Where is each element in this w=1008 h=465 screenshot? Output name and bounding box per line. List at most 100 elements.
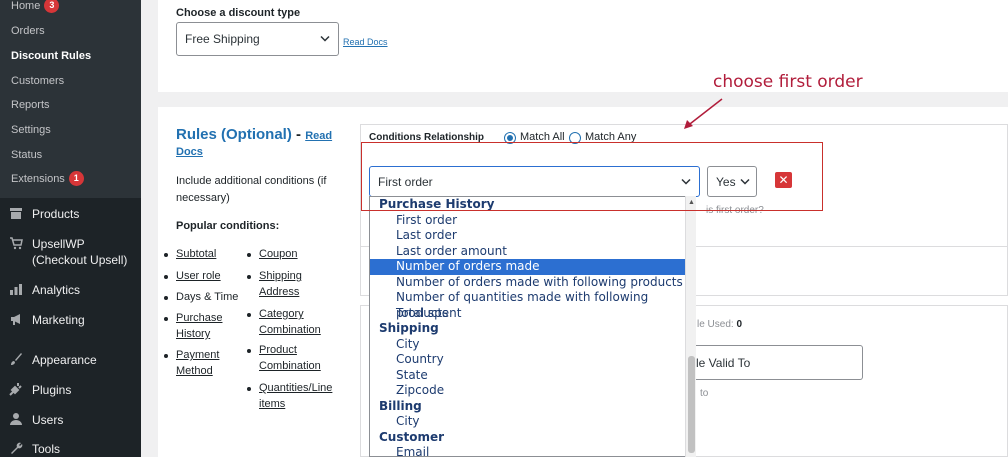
option-last-order-amount[interactable]: Last order amount: [370, 244, 686, 260]
option-customer-email[interactable]: Email: [370, 445, 686, 456]
bullet: [247, 349, 251, 353]
popular-link-category-combination[interactable]: Category Combination: [259, 306, 321, 338]
submenu-label: Home: [11, 0, 41, 12]
menu-item-users[interactable]: Users: [8, 412, 63, 428]
submenu-item-reports[interactable]: Reports: [11, 96, 50, 114]
woocommerce-submenu: Home 3 Orders Discount Rules Customers Re…: [0, 0, 141, 198]
option-shipping-state[interactable]: State: [370, 368, 686, 384]
notification-badge: 3: [44, 0, 60, 13]
submenu-label: Customers: [11, 75, 65, 87]
valid-to-input[interactable]: le Valid To: [690, 345, 863, 380]
submenu-label: Settings: [11, 124, 51, 136]
option-shipping-country[interactable]: Country: [370, 352, 686, 368]
bullet: [247, 313, 251, 317]
rules-title: Rules (Optional) - Read: [176, 126, 332, 143]
annotation-text: choose first order: [713, 72, 863, 92]
products-icon: [8, 206, 24, 222]
bottom-border: [0, 457, 1008, 465]
discount-type-select[interactable]: Free Shipping: [176, 22, 339, 56]
user-icon: [8, 412, 24, 428]
rules-read-link[interactable]: Read: [305, 130, 332, 142]
condition-options-dropdown[interactable]: Purchase History First order Last order …: [369, 196, 687, 457]
submenu-item-status[interactable]: Status: [11, 146, 42, 164]
optgroup-shipping: Shipping: [379, 321, 439, 335]
plugin-icon: [8, 382, 24, 398]
popular-item-days-time: Days & Time: [176, 291, 239, 303]
popular-link-quantities-line-items[interactable]: Quantities/Line items: [259, 380, 332, 412]
popular-link-purchase-history[interactable]: Purchase History: [176, 310, 222, 342]
chevron-down-icon: [320, 34, 330, 45]
popular-link-payment-method[interactable]: Payment Method: [176, 347, 219, 379]
bullet: [164, 317, 168, 321]
option-orders-with-products[interactable]: Number of orders made with following pro…: [370, 275, 686, 291]
menu-item-products[interactable]: Products: [8, 206, 79, 222]
option-quantities-with-products[interactable]: Number of quantities made with following…: [370, 290, 686, 320]
usage-label: le Used: 0: [697, 319, 742, 330]
menu-label: Analytics: [32, 283, 81, 297]
megaphone-icon: [8, 312, 24, 328]
discount-type-value: Free Shipping: [185, 32, 260, 46]
bullet: [247, 253, 251, 257]
submenu-item-discount-rules[interactable]: Discount Rules: [11, 47, 91, 65]
dropdown-scrollbar[interactable]: ▲: [685, 196, 696, 457]
analytics-icon: [8, 282, 24, 298]
bullet: [164, 354, 168, 358]
menu-item-upsellwp[interactable]: UpsellWP (Checkout Upsell): [8, 236, 127, 268]
optgroup-customer: Customer: [379, 429, 445, 444]
submenu-item-orders[interactable]: Orders: [11, 22, 45, 40]
submenu-item-customers[interactable]: Customers: [11, 72, 64, 90]
menu-item-tools[interactable]: Tools: [8, 441, 60, 457]
rules-description-line2: necessary): [176, 192, 230, 204]
submenu-item-extensions[interactable]: Extensions 1: [11, 170, 84, 188]
popular-link-subtotal[interactable]: Subtotal: [176, 246, 216, 262]
option-total-spent[interactable]: Total spent: [370, 306, 686, 322]
notification-badge: 1: [68, 171, 84, 186]
menu-item-plugins[interactable]: Plugins: [8, 382, 71, 398]
title-dash: -: [291, 126, 306, 143]
optgroup-billing: Billing: [379, 398, 422, 413]
popular-link-coupon[interactable]: Coupon: [259, 246, 298, 262]
rules-title-text: Rules (Optional): [176, 126, 292, 143]
submenu-label: Orders: [11, 25, 45, 37]
submenu-label: Status: [11, 149, 43, 161]
submenu-item-settings[interactable]: Settings: [11, 121, 51, 139]
menu-label: Appearance: [32, 353, 97, 367]
menu-label: Tools: [32, 442, 61, 456]
submenu-label: Extensions: [11, 173, 65, 185]
submenu-label: Reports: [11, 99, 50, 111]
bullet: [164, 275, 168, 279]
option-number-of-orders-made[interactable]: Number of orders made: [370, 259, 686, 275]
menu-label: Products: [32, 207, 80, 221]
option-first-order[interactable]: First order: [370, 213, 686, 229]
usage-value: 0: [736, 319, 743, 330]
admin-sidebar: Home 3 Orders Discount Rules Customers Re…: [0, 0, 141, 457]
option-shipping-city[interactable]: City: [370, 337, 686, 353]
usage-label-text: le Used:: [697, 319, 734, 330]
bullet: [247, 275, 251, 279]
option-last-order[interactable]: Last order: [370, 228, 686, 244]
menu-item-marketing[interactable]: Marketing: [8, 312, 85, 328]
rules-docs-link[interactable]: Docs: [176, 146, 203, 158]
read-docs-link[interactable]: Read Docs: [343, 37, 388, 47]
submenu-label: Discount Rules: [11, 50, 92, 62]
cart-icon: [8, 236, 24, 252]
option-shipping-zipcode[interactable]: Zipcode: [370, 383, 686, 399]
menu-item-appearance[interactable]: Appearance: [8, 352, 97, 368]
submenu-item-home[interactable]: Home 3: [11, 0, 60, 15]
popular-link-shipping-address[interactable]: Shipping Address: [259, 268, 302, 300]
bullet: [164, 296, 168, 300]
popular-link-product-combination[interactable]: Product Combination: [259, 342, 321, 374]
bullet: [164, 253, 168, 257]
wrench-icon: [8, 441, 24, 457]
valid-to-hint: to: [700, 388, 709, 399]
discount-type-label: Choose a discount type: [176, 7, 301, 19]
option-billing-city[interactable]: City: [370, 414, 686, 430]
menu-label: Plugins: [32, 383, 72, 397]
popular-conditions-heading: Popular conditions:: [176, 220, 280, 232]
menu-label: UpsellWP (Checkout Upsell): [32, 237, 128, 267]
popular-link-user-role[interactable]: User role: [176, 268, 221, 284]
menu-label: Users: [32, 413, 64, 427]
menu-item-analytics[interactable]: Analytics: [8, 282, 80, 298]
valid-to-text: le Valid To: [696, 355, 751, 370]
scrollbar-thumb[interactable]: [688, 356, 695, 453]
